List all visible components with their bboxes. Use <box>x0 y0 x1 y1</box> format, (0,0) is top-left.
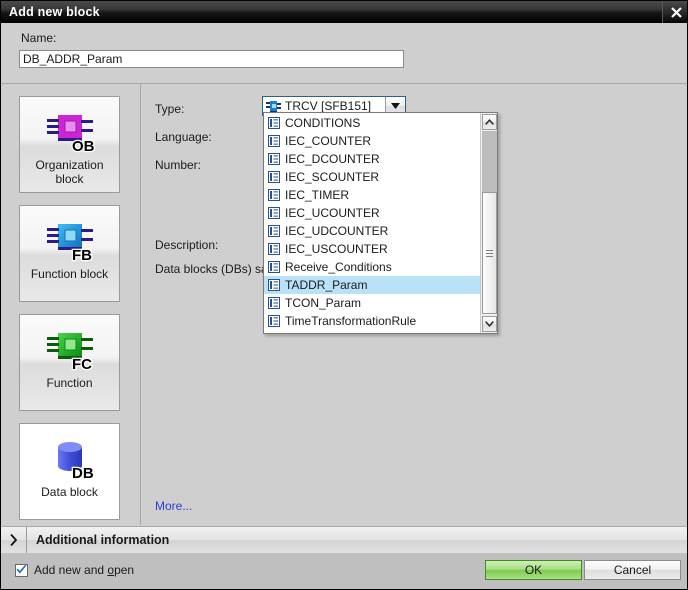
more-link[interactable]: More... <box>155 499 192 513</box>
block-type-panel: OB Organization block FB Function block … <box>1 84 141 525</box>
dropdown-item[interactable]: IEC_UDCOUNTER <box>264 222 480 240</box>
dropdown-item-label: TADDR_Param <box>285 278 368 292</box>
data-type-icon <box>268 117 280 129</box>
add-new-and-open-checkbox[interactable]: Add new and open <box>15 563 134 577</box>
checkbox-label-pre: Add new and <box>34 563 108 577</box>
additional-information-label: Additional information <box>36 533 170 547</box>
function-icon: FC <box>42 326 98 374</box>
block-type-data-block[interactable]: DB Data block <box>19 423 120 520</box>
block-type-label: Organization block <box>31 158 107 186</box>
dropdown-item-label: CONDITIONS <box>285 116 361 130</box>
data-type-icon <box>268 135 280 147</box>
block-properties-panel: Type: Language: Number: Description: Dat… <box>141 84 687 525</box>
data-block-icon: DB <box>42 435 98 483</box>
ok-button[interactable]: OK <box>485 560 582 580</box>
number-label: Number: <box>155 158 202 172</box>
name-section: Name: <box>1 23 687 84</box>
dropdown-item-label: Receive_Conditions <box>285 260 392 274</box>
organization-block-icon: OB <box>42 108 98 156</box>
dropdown-item[interactable]: CONDITIONS <box>264 114 480 132</box>
type-dropdown-list[interactable]: CONDITIONS IEC_COUNTER IEC_DCOUNTER IEC_SCO… <box>263 112 498 334</box>
checkbox-label-post: pen <box>114 563 135 577</box>
dropdown-item[interactable]: IEC_SCOUNTER <box>264 168 480 186</box>
data-type-icon <box>268 297 280 309</box>
svg-text:DB: DB <box>72 465 94 482</box>
svg-text:OB: OB <box>72 138 95 155</box>
dialog-title: Add new block <box>9 5 100 19</box>
dropdown-item-label: IEC_SCOUNTER <box>285 170 380 184</box>
dropdown-item[interactable]: IEC_TIMER <box>264 186 480 204</box>
scrollbar-grip-icon <box>486 248 493 259</box>
close-button[interactable] <box>662 1 687 23</box>
block-type-label: Function block <box>30 267 109 281</box>
data-type-icon <box>268 207 280 219</box>
svg-text:FC: FC <box>72 356 92 373</box>
dropdown-item-label: IEC_USCOUNTER <box>285 242 388 256</box>
scrollbar-track-upper[interactable] <box>482 131 497 192</box>
data-type-icon <box>268 279 280 291</box>
block-type-label: Function <box>46 376 93 390</box>
scroll-down-icon[interactable] <box>482 316 497 332</box>
dropdown-item[interactable]: Receive_Conditions <box>264 258 480 276</box>
name-input[interactable] <box>19 50 404 68</box>
data-type-icon <box>268 189 280 201</box>
block-type-label-line1: Organization <box>35 158 104 172</box>
block-type-label-line2: block <box>55 172 84 186</box>
dropdown-item-label: TimeTransformationRule <box>285 314 417 328</box>
function-block-icon: FB <box>42 217 98 265</box>
name-label: Name: <box>21 31 57 45</box>
cancel-button[interactable]: Cancel <box>584 560 681 580</box>
add-new-block-dialog: Add new block Name: OB <box>0 0 688 590</box>
checkbox-box[interactable] <box>15 563 28 577</box>
language-label: Language: <box>155 130 212 144</box>
dropdown-item-label: IEC_TIMER <box>285 188 350 202</box>
function-block-icon <box>266 100 281 113</box>
data-type-icon <box>268 225 280 237</box>
data-type-icon <box>268 153 280 165</box>
data-block-info-text: Data blocks (DBs) sa <box>155 262 268 276</box>
dropdown-item-label: IEC_COUNTER <box>285 134 372 148</box>
svg-text:FB: FB <box>72 247 92 264</box>
data-type-icon <box>268 261 280 273</box>
additional-information-bar[interactable]: Additional information <box>1 526 687 554</box>
dropdown-item-label: IEC_UCOUNTER <box>285 206 380 220</box>
scrollbar-thumb[interactable] <box>482 192 497 314</box>
chevron-right-icon[interactable] <box>1 527 27 553</box>
dropdown-item[interactable]: IEC_UCOUNTER <box>264 204 480 222</box>
dropdown-item-label: TCON_Param <box>285 296 362 310</box>
dropdown-item[interactable]: TCON_Param <box>264 294 480 312</box>
block-type-label: Data block <box>41 485 98 499</box>
checkmark-icon <box>16 565 27 574</box>
block-type-function[interactable]: FC Function <box>19 314 120 411</box>
dropdown-item[interactable]: TimeTransformationRule <box>264 312 480 330</box>
block-type-function-block[interactable]: FB Function block <box>19 205 120 302</box>
checkbox-label: Add new and open <box>34 563 134 577</box>
data-type-icon <box>268 171 280 183</box>
close-icon <box>670 6 682 18</box>
data-type-icon <box>268 243 280 255</box>
description-label: Description: <box>155 238 219 252</box>
dialog-titlebar: Add new block <box>1 1 687 23</box>
block-type-organization-block[interactable]: OB Organization block <box>19 96 120 193</box>
dropdown-scrollbar[interactable] <box>480 113 497 333</box>
dropdown-item[interactable]: IEC_DCOUNTER <box>264 150 480 168</box>
dropdown-item[interactable]: TADDR_Param <box>264 276 480 294</box>
dropdown-items: CONDITIONS IEC_COUNTER IEC_DCOUNTER IEC_SCO… <box>264 113 480 333</box>
scroll-up-icon[interactable] <box>482 114 497 130</box>
dropdown-item[interactable]: IEC_USCOUNTER <box>264 240 480 258</box>
type-combobox-value: TRCV [SFB151] <box>285 99 372 113</box>
dropdown-item-label: IEC_DCOUNTER <box>285 152 380 166</box>
dropdown-item-label: IEC_UDCOUNTER <box>285 224 389 238</box>
data-type-icon <box>268 315 280 327</box>
dropdown-item[interactable]: IEC_COUNTER <box>264 132 480 150</box>
type-label: Type: <box>155 102 185 116</box>
